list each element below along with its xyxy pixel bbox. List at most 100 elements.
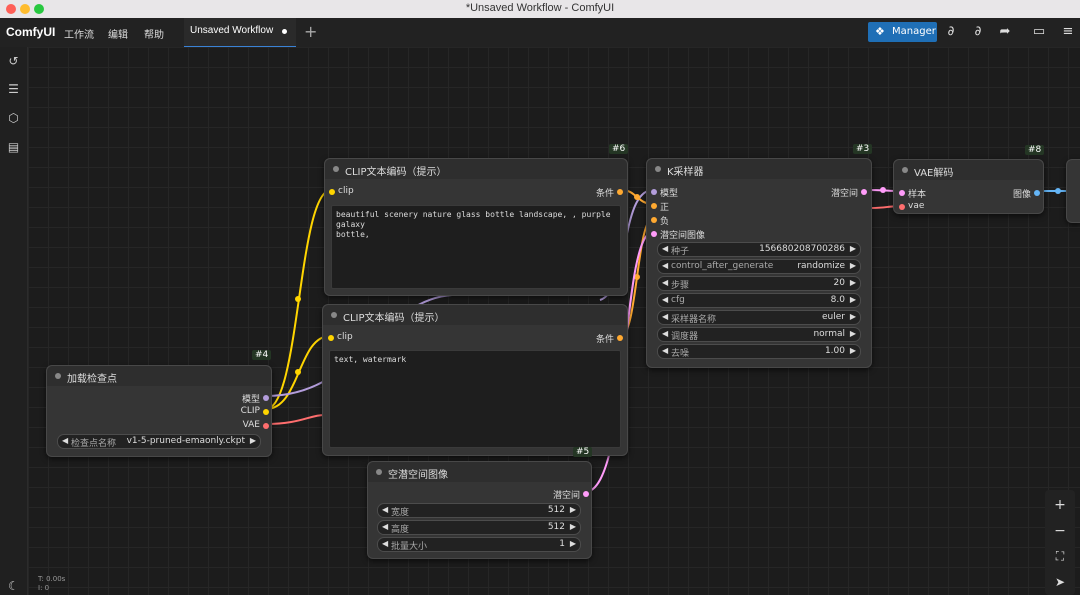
decrement-arrow-icon[interactable]: ◀ [62,436,68,445]
input-vae[interactable]: vae [899,201,949,213]
latent-port-icon[interactable] [651,231,657,237]
clip-port-icon[interactable] [329,189,335,195]
decrement-arrow-icon[interactable]: ◀ [662,346,668,355]
node-header[interactable]: K采样器 [647,159,871,179]
node-header[interactable]: 加载检查点 [47,366,271,386]
collapse-dot-icon[interactable] [902,167,908,173]
decrement-arrow-icon[interactable]: ◀ [662,295,668,304]
model-port-icon[interactable] [651,189,657,195]
increment-arrow-icon[interactable]: ▶ [850,329,856,338]
increment-arrow-icon[interactable]: ▶ [850,346,856,355]
input-clip[interactable]: clip [328,332,388,344]
widget-scheduler[interactable]: ◀ 调度器 normal ▶ [657,327,861,342]
conditioning-port-icon[interactable] [651,203,657,209]
output-latent[interactable]: 潜空间 [807,186,867,199]
input-positive[interactable]: 正 [651,200,721,213]
collapse-dot-icon[interactable] [655,166,661,172]
menu-edit[interactable]: 编辑 [108,26,128,41]
increment-arrow-icon[interactable]: ▶ [850,261,856,270]
input-negative[interactable]: 负 [651,214,721,227]
widget-control-after-generate[interactable]: ◀ control_after_generate randomize ▶ [657,259,861,274]
widget-batch-size[interactable]: ◀ 批量大小 1 ▶ [377,537,581,552]
history-icon[interactable]: ↺ [6,54,21,69]
node-header[interactable]: CLIP文本编码（提示） [323,305,627,325]
input-samples[interactable]: 样本 [899,187,949,200]
locate-icon[interactable]: ➤ [1053,575,1067,589]
decrement-arrow-icon[interactable]: ◀ [382,522,388,531]
panel-icon[interactable]: ▭ [1031,24,1047,40]
output-latent[interactable]: 潜空间 [529,488,589,501]
input-model[interactable]: 模型 [651,186,721,199]
widget-steps[interactable]: ◀ 步骤 20 ▶ [657,276,861,291]
image-port-icon[interactable] [1034,190,1040,196]
fit-view-icon[interactable]: ⛶ [1053,549,1067,563]
collapse-dot-icon[interactable] [376,469,382,475]
widget-width[interactable]: ◀ 宽度 512 ▶ [377,503,581,518]
increment-arrow-icon[interactable]: ▶ [850,295,856,304]
decrement-arrow-icon[interactable]: ◀ [382,505,388,514]
increment-arrow-icon[interactable]: ▶ [570,539,576,548]
node-save-image-partial[interactable] [1066,159,1080,223]
widget-height[interactable]: ◀ 高度 512 ▶ [377,520,581,535]
widget-checkpoint-name[interactable]: ◀ 检查点名称 v1-5-pruned-emaonly.ckpt ▶ [57,434,261,449]
node-clip-text-encode-negative[interactable]: CLIP文本编码（提示） clip 条件 text, watermark [322,304,628,456]
clip-port-icon[interactable] [328,335,334,341]
increment-arrow-icon[interactable]: ▶ [570,522,576,531]
decrement-arrow-icon[interactable]: ◀ [662,261,668,270]
decrement-arrow-icon[interactable]: ◀ [662,329,668,338]
increment-arrow-icon[interactable]: ▶ [250,436,256,445]
menu-help[interactable]: 帮助 [144,26,164,41]
share-icon[interactable]: ➦ [997,24,1013,40]
clip-port-icon[interactable] [263,409,269,415]
node-load-checkpoint[interactable]: 加载检查点 模型 CLIP VAE ◀ 检查点名称 v1-5-pruned-em… [46,365,272,457]
increment-arrow-icon[interactable]: ▶ [850,312,856,321]
menu-icon[interactable]: ≡ [1060,24,1076,40]
output-clip[interactable]: CLIP [209,406,269,418]
decrement-arrow-icon[interactable]: ◀ [662,312,668,321]
tab-unsaved-workflow[interactable]: Unsaved Workflow [184,18,296,48]
latent-port-icon[interactable] [861,189,867,195]
conditioning-port-icon[interactable] [651,217,657,223]
node-ksampler[interactable]: K采样器 模型 正 负 潜空间图像 潜空间 ◀ 种子 1566802087002… [646,158,872,368]
zoom-out-icon[interactable]: − [1053,524,1067,538]
prompt-textarea[interactable]: beautiful scenery nature glass bottle la… [331,205,621,289]
zoom-in-icon[interactable]: + [1053,498,1067,512]
node-header[interactable]: 空潜空间图像 [368,462,591,482]
queue-back-icon[interactable]: ∂ [970,24,986,40]
vae-port-icon[interactable] [263,423,269,429]
decrement-arrow-icon[interactable]: ◀ [662,244,668,253]
collapse-dot-icon[interactable] [55,373,61,379]
widget-cfg[interactable]: ◀ cfg 8.0 ▶ [657,293,861,308]
model-port-icon[interactable] [263,395,269,401]
conditioning-port-icon[interactable] [617,335,623,341]
new-tab-plus-icon[interactable]: + [304,22,317,41]
node-vae-decode[interactable]: VAE解码 样本 vae 图像 [893,159,1044,214]
input-clip[interactable]: clip [329,186,389,198]
queue-icon[interactable]: ☰ [6,82,21,97]
node-empty-latent-image[interactable]: 空潜空间图像 潜空间 ◀ 宽度 512 ▶ ◀ 高度 512 ▶ ◀ 批量大小 … [367,461,592,559]
collapse-dot-icon[interactable] [331,312,337,318]
cube-icon[interactable]: ⬡ [6,111,21,126]
node-clip-text-encode-positive[interactable]: CLIP文本编码（提示） clip 条件 beautiful scenery n… [324,158,628,296]
widget-seed[interactable]: ◀ 种子 156680208700286 ▶ [657,242,861,257]
input-latent-image[interactable]: 潜空间图像 [651,228,721,241]
decrement-arrow-icon[interactable]: ◀ [662,278,668,287]
widget-denoise[interactable]: ◀ 去噪 1.00 ▶ [657,344,861,359]
node-header[interactable]: VAE解码 [894,160,1043,180]
latent-port-icon[interactable] [899,190,905,196]
manager-button[interactable]: ❖ Manager [868,22,937,42]
output-conditioning[interactable]: 条件 [563,332,623,345]
increment-arrow-icon[interactable]: ▶ [850,278,856,287]
decrement-arrow-icon[interactable]: ◀ [382,539,388,548]
vae-port-icon[interactable] [899,204,905,210]
folder-icon[interactable]: ▤ [6,140,21,155]
output-image[interactable]: 图像 [990,187,1040,200]
latent-port-icon[interactable] [583,491,589,497]
conditioning-port-icon[interactable] [617,189,623,195]
output-vae[interactable]: VAE [209,420,269,432]
output-conditioning[interactable]: 条件 [563,186,623,199]
prompt-textarea[interactable]: text, watermark [329,350,621,448]
widget-sampler-name[interactable]: ◀ 采样器名称 euler ▶ [657,310,861,325]
output-model[interactable]: 模型 [209,392,269,405]
collapse-dot-icon[interactable] [333,166,339,172]
